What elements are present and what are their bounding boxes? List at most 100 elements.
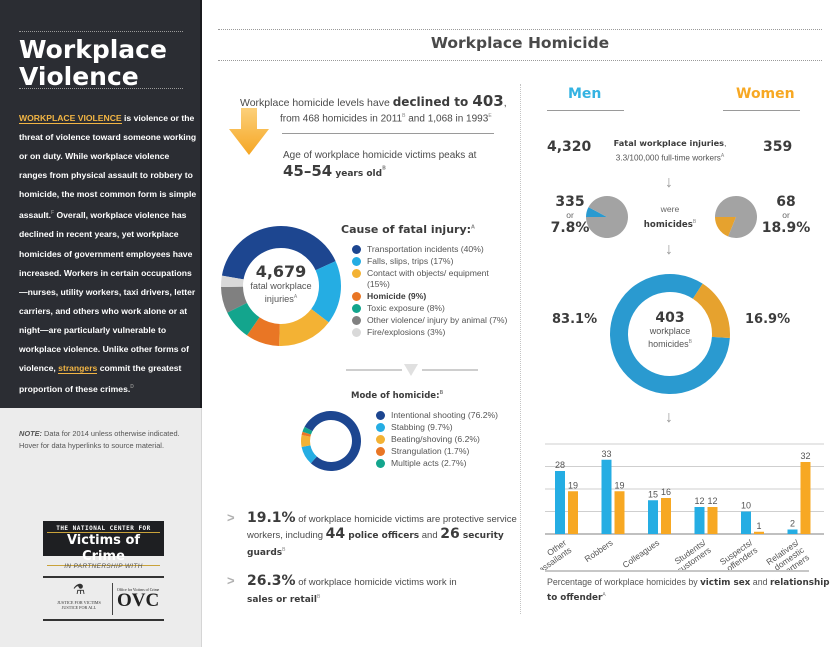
source-ref-a[interactable]: A bbox=[721, 153, 724, 159]
arrow-down-icon: ↓ bbox=[665, 241, 673, 258]
bar-value-label: 2 bbox=[790, 519, 795, 529]
header-dotted-rule-bottom bbox=[218, 60, 822, 61]
source-ref-b[interactable]: B bbox=[317, 594, 320, 600]
cause-title: Cause of fatal injury:A bbox=[341, 223, 475, 236]
legend-swatch bbox=[376, 423, 385, 432]
legend-label: Beating/shoving (6.2%) bbox=[391, 434, 480, 444]
legend-label: Strangulation (1.7%) bbox=[391, 446, 470, 456]
bar-value-label: 19 bbox=[568, 480, 578, 490]
triangle-down-icon bbox=[404, 364, 418, 376]
men-pie-slice-other[interactable] bbox=[586, 196, 628, 238]
category-label: Suspects/offenders bbox=[718, 537, 760, 570]
bar-men[interactable] bbox=[694, 507, 705, 534]
stat-protective-workers: > 19.1% of workplace homicide victims ar… bbox=[227, 510, 517, 559]
women-homicide-pie bbox=[715, 196, 757, 238]
bar-men[interactable] bbox=[648, 500, 658, 534]
legend-label: Transportation incidents (40%) bbox=[367, 244, 484, 254]
legend-label: Toxic exposure (8%) bbox=[367, 303, 445, 313]
men-fatal-count: 4,320 bbox=[547, 139, 592, 155]
mode-legend: Intentional shooting (76.2%) Stabbing (9.… bbox=[376, 410, 526, 470]
decline-headline: Workplace homicide levels have declined … bbox=[240, 92, 507, 110]
legend-swatch bbox=[352, 292, 361, 301]
bar-value-label: 32 bbox=[800, 451, 810, 461]
category-label: Colleagues bbox=[621, 537, 662, 570]
legend-item: Transportation incidents (40%) bbox=[352, 244, 512, 255]
source-ref-a[interactable]: A bbox=[602, 592, 605, 598]
bar-value-label: 16 bbox=[661, 487, 671, 497]
stat-sales-retail: > 26.3% of workplace homicide victims wo… bbox=[227, 573, 457, 606]
logo-rule-top bbox=[43, 576, 164, 578]
category-label: Otherassailants bbox=[540, 537, 573, 570]
arrow-down-icon: ↓ bbox=[665, 409, 673, 426]
sex-donut-center: 403 workplace homicidesB bbox=[648, 310, 692, 349]
legend-label: Other violence/ injury by animal (7%) bbox=[367, 315, 508, 325]
were-homicides-label: were homicidesB bbox=[643, 204, 697, 230]
bar-men[interactable] bbox=[741, 511, 751, 535]
source-ref-b[interactable]: B bbox=[282, 547, 285, 553]
bar-women[interactable] bbox=[661, 498, 671, 534]
women-rule bbox=[723, 110, 800, 111]
bar-value-label: 19 bbox=[614, 480, 624, 490]
ncvc-logo[interactable]: THE NATIONAL CENTER FOR Victims of Crime bbox=[43, 521, 164, 566]
legend-label: Intentional shooting (76.2%) bbox=[391, 410, 499, 420]
bar-women[interactable] bbox=[800, 462, 811, 534]
column-divider bbox=[520, 84, 521, 614]
mode-slice-intentional-shooting[interactable] bbox=[304, 411, 361, 471]
strangers-link[interactable]: strangers bbox=[58, 363, 98, 375]
bar-women[interactable] bbox=[707, 507, 718, 534]
category-label: Students/customers bbox=[670, 537, 714, 570]
legend-label: Multiple acts (2.7%) bbox=[391, 458, 467, 468]
women-homicide-stat: 68 or 18.9% bbox=[761, 194, 811, 236]
bar-chart-caption: Percentage of workplace homicides by vic… bbox=[547, 577, 830, 603]
ovc-logo[interactable]: Office for Victims of Crime OVC bbox=[117, 588, 163, 610]
data-note: NOTE: Data for 2014 unless otherwise ind… bbox=[19, 429, 180, 450]
bar-value-label: 15 bbox=[648, 489, 658, 499]
legend-swatch bbox=[352, 257, 361, 266]
bar-men[interactable] bbox=[787, 529, 798, 535]
logo-divider bbox=[112, 583, 113, 615]
legend-item: Beating/shoving (6.2%) bbox=[376, 434, 526, 445]
source-ref-e[interactable]: E bbox=[488, 113, 491, 119]
bar-women[interactable] bbox=[614, 491, 625, 534]
arrow-down-icon: ↓ bbox=[665, 174, 673, 191]
chevron-right-icon: > bbox=[227, 573, 235, 588]
bar-value-label: 33 bbox=[601, 449, 611, 459]
bar-value-label: 28 bbox=[555, 460, 565, 470]
mode-slice-beating-shoving[interactable] bbox=[301, 434, 311, 448]
justice-for-victims-logo[interactable]: ⚗ JUSTICE FOR VICTIMS JUSTICE FOR ALL bbox=[46, 582, 112, 618]
bar-men[interactable] bbox=[555, 471, 565, 534]
section-rule bbox=[282, 133, 494, 134]
legend-swatch bbox=[376, 435, 385, 444]
bar-men[interactable] bbox=[601, 459, 612, 534]
category-label: Relatives/domesticpartners bbox=[764, 537, 811, 570]
pillar-icon: ⚗ bbox=[72, 583, 86, 598]
partnership-label: IN PARTNERSHIP WITH bbox=[64, 563, 143, 570]
bar-women[interactable] bbox=[754, 531, 764, 534]
source-ref-b[interactable]: B bbox=[693, 219, 696, 225]
source-ref-d[interactable]: D bbox=[130, 384, 134, 390]
source-ref-b[interactable]: B bbox=[382, 166, 386, 172]
bar-women[interactable] bbox=[568, 491, 578, 534]
legend-item: Other violence/ injury by animal (7%) bbox=[352, 315, 512, 326]
decline-detail: from 468 homicides in 2011B and 1,068 in… bbox=[280, 113, 492, 125]
women-fatal-count: 359 bbox=[763, 139, 793, 155]
bar-value-label: 12 bbox=[707, 496, 717, 506]
legend-item: Strangulation (1.7%) bbox=[376, 446, 526, 457]
bar-value-label: 10 bbox=[741, 501, 751, 511]
legend-swatch bbox=[352, 328, 361, 337]
source-ref-a[interactable]: A bbox=[471, 224, 475, 230]
header-dotted-rule-top bbox=[218, 29, 822, 30]
age-peak: 45–54 years oldB bbox=[283, 162, 386, 180]
logo-rule-bottom bbox=[43, 619, 164, 621]
workplace-violence-link[interactable]: WORKPLACE VIOLENCE bbox=[19, 113, 122, 124]
legend-item: Multiple acts (2.7%) bbox=[376, 458, 526, 469]
men-rule bbox=[547, 110, 624, 111]
legend-item: Contact with objects/ equipment (15%) bbox=[352, 268, 512, 290]
page-title: Workplace Homicide bbox=[430, 34, 610, 52]
age-text: Age of workplace homicide victims peaks … bbox=[283, 150, 477, 161]
sidebar-title-line2: Violence bbox=[19, 62, 139, 91]
category-label: Robbers bbox=[583, 537, 615, 564]
men-heading: Men bbox=[568, 86, 602, 102]
source-ref-b[interactable]: B bbox=[439, 390, 443, 396]
homicide-count: 403 bbox=[472, 92, 504, 110]
